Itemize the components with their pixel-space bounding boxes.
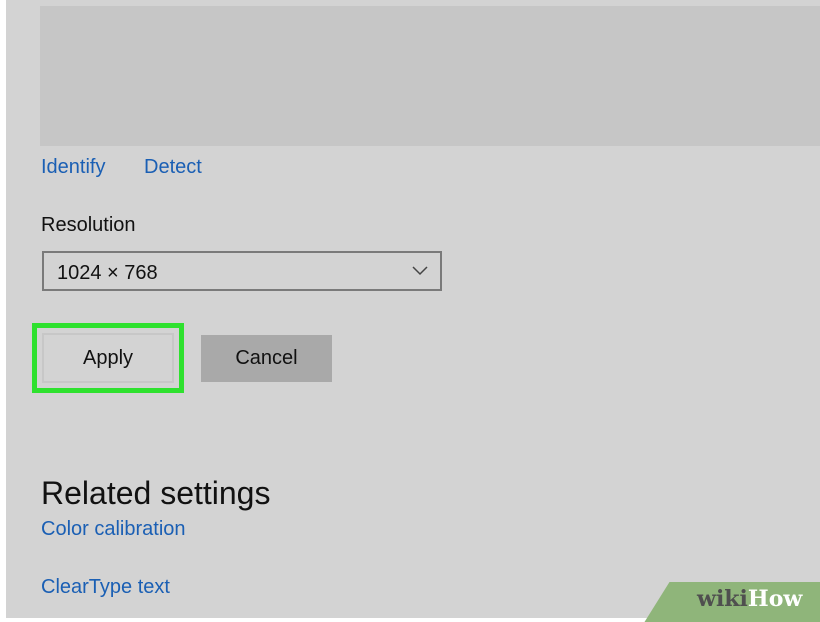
resolution-dropdown[interactable]: 1024 × 768 bbox=[42, 251, 442, 291]
resolution-selected-value: 1024 × 768 bbox=[57, 262, 158, 284]
watermark-how: How bbox=[747, 586, 803, 612]
chevron-down-icon bbox=[412, 266, 428, 276]
cleartype-text-link[interactable]: ClearType text bbox=[41, 577, 170, 597]
resolution-label: Resolution bbox=[41, 214, 136, 236]
identify-link[interactable]: Identify bbox=[41, 157, 105, 177]
cancel-button-label: Cancel bbox=[235, 347, 298, 369]
detect-link[interactable]: Detect bbox=[144, 157, 202, 177]
cancel-button[interactable]: Cancel bbox=[201, 335, 332, 382]
wikihow-watermark: wikiHow bbox=[697, 588, 802, 610]
apply-button-label: Apply bbox=[82, 346, 134, 369]
related-settings-heading: Related settings bbox=[41, 474, 271, 511]
display-settings-window: Identify Detect Resolution 1024 × 768 Ap… bbox=[6, 0, 820, 618]
display-preview-area bbox=[40, 6, 820, 146]
color-calibration-link[interactable]: Color calibration bbox=[41, 519, 186, 539]
apply-button[interactable]: Apply bbox=[42, 333, 174, 383]
watermark-wiki: wiki bbox=[697, 586, 748, 612]
